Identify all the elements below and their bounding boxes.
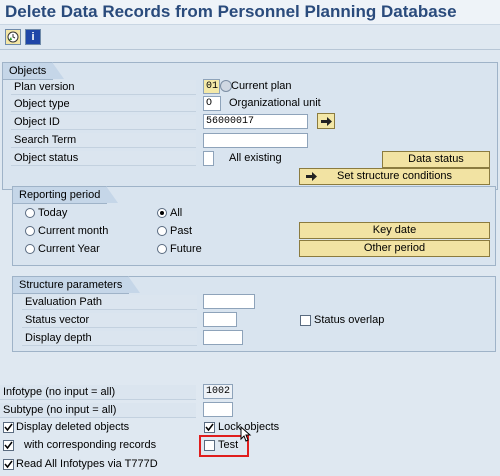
- display-deleted-label: Display deleted objects: [16, 421, 130, 433]
- object-type-label: Object type: [11, 97, 196, 112]
- plan-version-label: Plan version: [11, 80, 196, 95]
- status-overlap-checkbox[interactable]: [300, 315, 311, 326]
- lock-objects-checkbox[interactable]: [204, 422, 215, 433]
- object-type-input[interactable]: O: [203, 96, 221, 111]
- key-date-button[interactable]: Key date: [299, 222, 490, 239]
- radio-future-label: Future: [170, 243, 202, 255]
- object-status-input[interactable]: [203, 151, 214, 166]
- object-id-input[interactable]: 56000017: [203, 114, 308, 129]
- radio-past-label: Past: [170, 225, 193, 237]
- radio-current-year[interactable]: [25, 244, 35, 254]
- display-depth-input[interactable]: [203, 330, 243, 345]
- window-title: Delete Data Records from Personnel Plann…: [5, 2, 457, 21]
- read-all-infotypes-checkbox[interactable]: [3, 459, 14, 470]
- radio-future[interactable]: [157, 244, 167, 254]
- infotype-label: Infotype (no input = all): [0, 385, 196, 400]
- with-corresponding-label: with corresponding records: [24, 439, 157, 451]
- mouse-cursor-icon: [240, 425, 252, 442]
- radio-past[interactable]: [157, 226, 167, 236]
- plan-version-text: Current plan: [231, 80, 292, 92]
- application-toolbar: i: [0, 25, 500, 50]
- evaluation-path-label: Evaluation Path: [22, 295, 197, 310]
- radio-current-year-label: Current Year: [38, 243, 100, 255]
- radio-current-month[interactable]: [25, 226, 35, 236]
- plan-version-input[interactable]: 01: [203, 79, 220, 94]
- radio-all[interactable]: [157, 208, 167, 218]
- subtype-label: Subtype (no input = all): [0, 403, 196, 418]
- search-term-input[interactable]: [203, 133, 308, 148]
- read-all-infotypes-label: Read All Infotypes via T777D: [16, 458, 158, 470]
- data-status-button[interactable]: Data status: [382, 151, 490, 168]
- objects-group-title: Objects: [3, 62, 65, 80]
- window-title-bar: Delete Data Records from Personnel Plann…: [0, 0, 500, 25]
- radio-today[interactable]: [25, 208, 35, 218]
- subtype-input[interactable]: [203, 402, 233, 417]
- radio-current-month-label: Current month: [38, 225, 109, 237]
- status-overlap-label: Status overlap: [314, 314, 385, 326]
- radio-all-label: All: [170, 207, 183, 219]
- search-term-label: Search Term: [11, 133, 196, 148]
- object-status-text: All existing: [229, 152, 282, 164]
- object-type-text: Organizational unit: [229, 97, 321, 109]
- status-vector-input[interactable]: [203, 312, 237, 327]
- set-structure-conditions-button[interactable]: Set structure conditions: [299, 168, 490, 185]
- status-vector-label: Status vector: [22, 313, 197, 328]
- evaluation-path-input[interactable]: [203, 294, 255, 309]
- arrow-right-icon[interactable]: [317, 113, 335, 129]
- object-status-label: Object status: [11, 151, 196, 166]
- object-id-label: Object ID: [11, 115, 196, 130]
- display-deleted-checkbox[interactable]: [3, 422, 14, 433]
- test-label: Test: [218, 439, 239, 451]
- info-icon[interactable]: i: [25, 29, 41, 45]
- display-depth-label: Display depth: [22, 331, 197, 346]
- test-checkbox[interactable]: [204, 440, 215, 451]
- reporting-period-title: Reporting period: [13, 186, 119, 204]
- clock-execute-icon[interactable]: [5, 29, 21, 45]
- radio-today-label: Today: [38, 207, 68, 219]
- other-period-button[interactable]: Other period: [299, 240, 490, 257]
- infotype-input[interactable]: 1002: [203, 384, 233, 399]
- with-corresponding-checkbox[interactable]: [3, 440, 14, 451]
- set-structure-conditions-label: Set structure conditions: [337, 170, 452, 182]
- structure-parameters-title: Structure parameters: [13, 276, 141, 294]
